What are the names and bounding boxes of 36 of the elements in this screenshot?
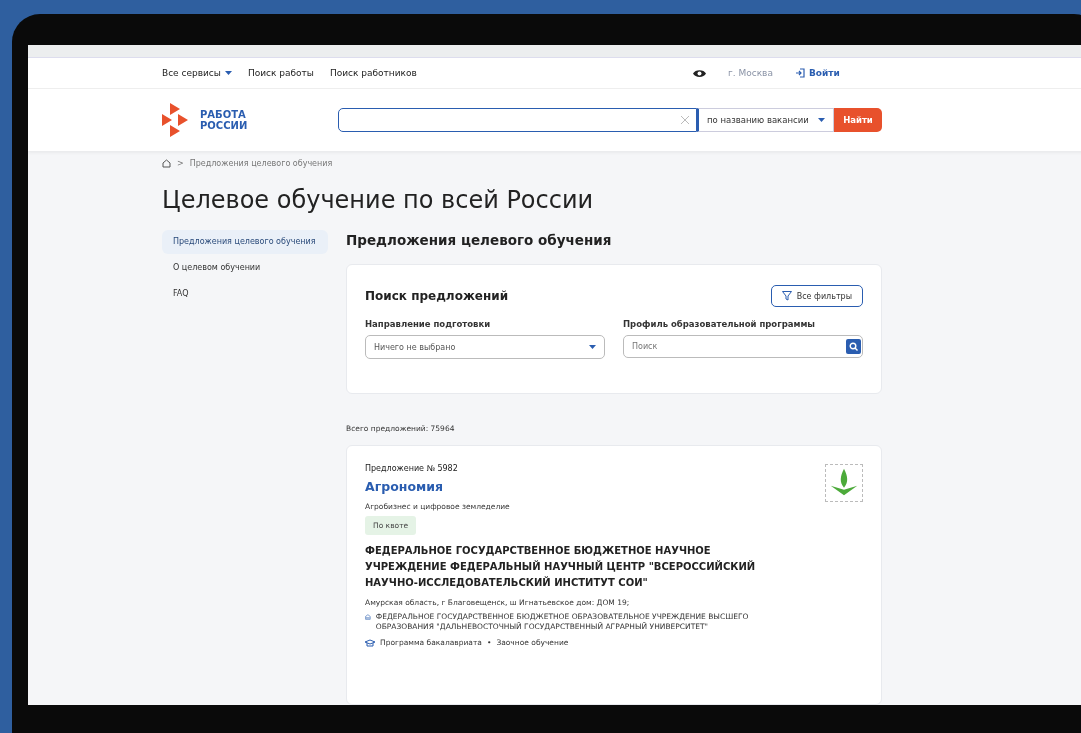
logo-text: РОССИИ (200, 120, 248, 131)
filters-button[interactable]: Все фильтры (770, 285, 863, 307)
caret-icon (589, 345, 596, 349)
university-emblem (825, 464, 863, 502)
offer-title-link[interactable]: Агрономия (365, 479, 443, 494)
panel-title: Поиск предложений (365, 289, 509, 303)
services-menu[interactable]: Все сервисы (162, 68, 232, 78)
field-label: Направление подготовки (365, 319, 492, 329)
sidebar-item[interactable]: Предложения целевого обучения (162, 230, 328, 254)
home-icon[interactable] (162, 159, 171, 168)
profile-search-field[interactable]: Поиск (623, 335, 863, 358)
caret-icon (818, 118, 825, 122)
breadcrumb-separator: > (177, 159, 184, 168)
section-title: Предложения целевого обучения (346, 232, 613, 248)
graduation-cap-icon (365, 638, 375, 648)
page-title: Целевое обучение по всей России (162, 186, 595, 214)
building-icon (365, 612, 371, 622)
direction-select[interactable]: Ничего не выбрано (365, 335, 605, 359)
offer-number: Предложение № 5982 (365, 464, 458, 473)
search-mode-dropdown[interactable]: по названию вакансии (697, 108, 834, 132)
search-field[interactable] (338, 108, 697, 132)
nav-link[interactable]: Поиск работников (329, 68, 417, 78)
login-link[interactable]: Войти (794, 68, 840, 78)
find-button[interactable]: Найти (834, 108, 882, 132)
logo-text: РАБОТА (200, 109, 247, 120)
login-icon (794, 68, 805, 78)
eye-icon[interactable] (693, 68, 706, 78)
filter-icon (781, 291, 792, 301)
sidebar-item[interactable]: О целевом обучении (162, 256, 328, 280)
field-label: Профиль образовательной программы (623, 319, 817, 329)
search-icon[interactable] (846, 339, 861, 354)
sidebar-item[interactable]: FAQ (162, 282, 328, 306)
caret-icon (224, 71, 232, 75)
employer-name: ФЕДЕРАЛЬНОЕ ГОСУДАРСТВЕННОЕ БЮДЖЕТНОЕ НАУЧНОЕ УЧРЕЖДЕНИЕ ФЕДЕРАЛЬНЫЙ НАУЧНЫЙ ЦЕНТР "ВСЕРОССИЙСКИЙ НАУЧНО-ИССЛЕДОВАТЕЛЬСКИЙ ИНСТИТУТ СОИ" (365, 544, 757, 590)
breadcrumb-link[interactable]: Предложения целевого обучения (189, 159, 333, 168)
nav-link[interactable]: Поиск работы (247, 68, 314, 78)
